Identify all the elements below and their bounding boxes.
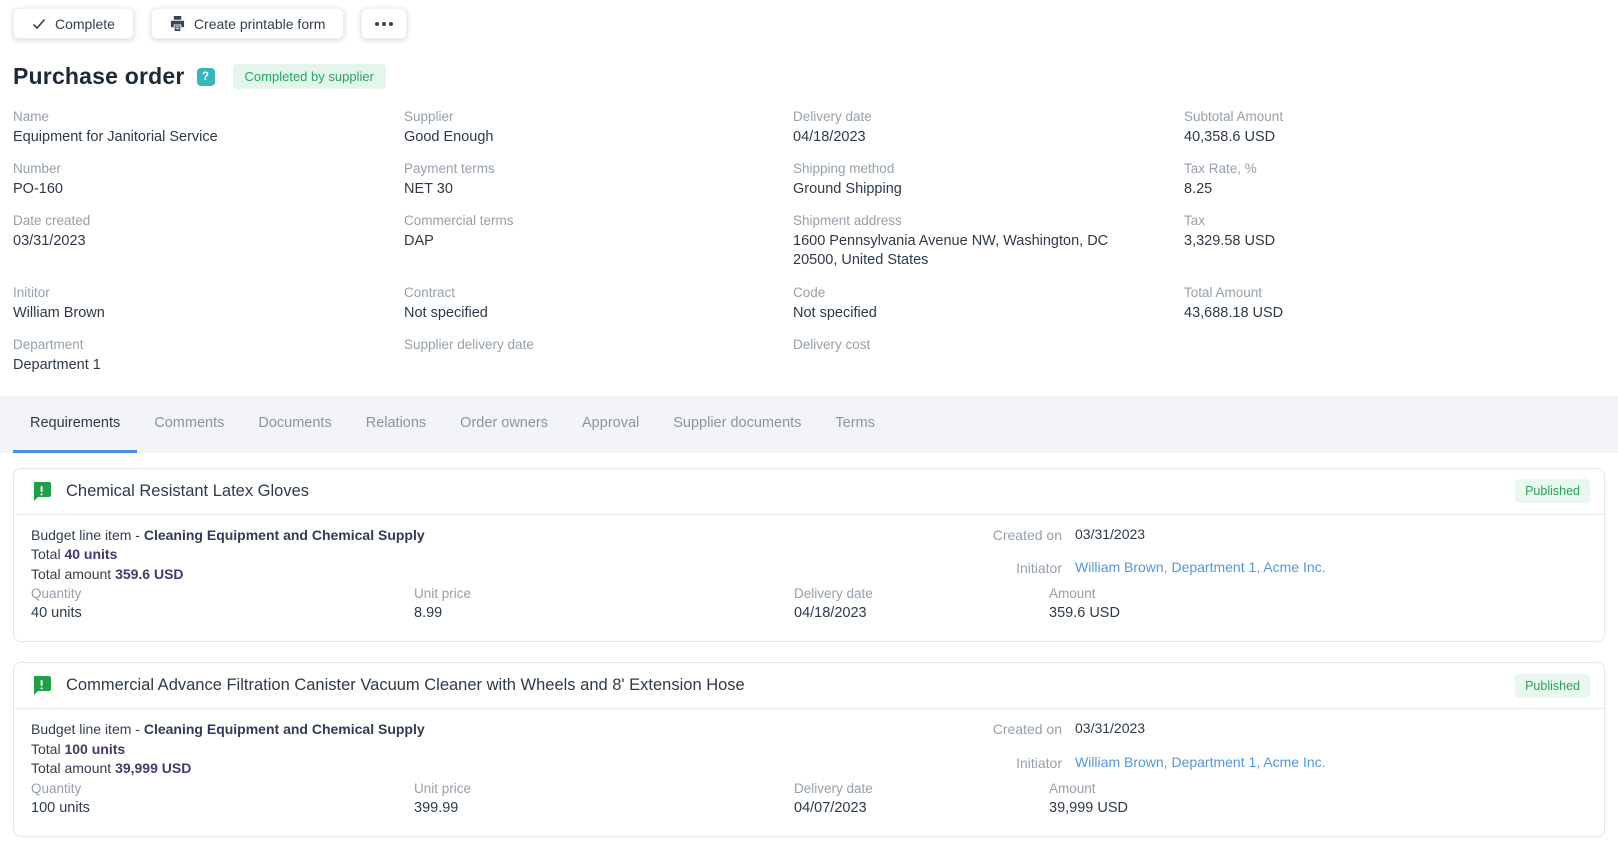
total-units-value: 100 units	[64, 740, 126, 757]
created-on-value: 03/31/2023	[1075, 720, 1146, 737]
budget-line-item-value: Cleaning Equipment and Chemical Supply	[143, 721, 425, 738]
field-supplier-delivery-date: Supplier delivery date	[404, 336, 534, 352]
total-units-label: Total	[31, 546, 65, 563]
budget-info: Budget line item - Cleaning Equipment an…	[31, 720, 794, 779]
field-department: Department Department 1	[13, 336, 101, 373]
complete-button[interactable]: Complete	[13, 8, 134, 39]
requirement-chat-icon	[31, 481, 52, 502]
printer-icon	[170, 16, 185, 31]
summary-fields: Name Equipment for Janitorial Service Sup…	[0, 90, 1618, 375]
budget-line-item-value: Cleaning Equipment and Chemical Supply	[143, 526, 425, 543]
complete-button-label: Complete	[55, 15, 115, 32]
create-printable-form-button[interactable]: Create printable form	[150, 8, 345, 39]
field-empty	[1184, 337, 1605, 375]
total-units-value: 40 units	[64, 546, 118, 563]
help-icon[interactable]: ?	[196, 67, 215, 86]
budget-line-item-label: Budget line item -	[31, 721, 144, 738]
field-payment-terms: Payment terms NET 30	[404, 161, 495, 198]
tab-relations[interactable]: Relations	[349, 396, 443, 453]
budget-info: Budget line item - Cleaning Equipment an…	[31, 526, 794, 585]
field-code: Code Not specified	[793, 284, 877, 321]
total-amount-value: 39,999 USD	[115, 760, 192, 777]
initiator-label: Initiator	[1016, 754, 1062, 771]
requirement-card-vacuum: Commercial Advance Filtration Canister V…	[13, 662, 1605, 837]
field-name: Name Equipment for Janitorial Service	[13, 109, 218, 145]
field-tax: Tax 3,329.58 USD	[1184, 213, 1276, 250]
tab-requirements[interactable]: Requirements	[13, 396, 138, 453]
published-badge: Published	[1515, 479, 1590, 504]
field-date-created: Date created 03/31/2023	[13, 213, 91, 250]
total-amount-value: 359.6 USD	[115, 565, 184, 582]
total-amount-label: Total amount	[31, 565, 116, 582]
more-actions-button[interactable]	[361, 8, 408, 39]
tab-comments[interactable]: Comments	[137, 396, 241, 453]
quantity-field: Quantity 100 units	[31, 780, 90, 816]
tab-documents[interactable]: Documents	[241, 396, 348, 453]
field-subtotal-amount: Subtotal Amount 40,358.6 USD	[1184, 109, 1284, 145]
created-on-value: 03/31/2023	[1075, 525, 1146, 542]
field-contract: Contract Not specified	[404, 284, 488, 321]
toolbar: Complete Create printable form	[0, 0, 1618, 39]
requirement-title[interactable]: Commercial Advance Filtration Canister V…	[66, 676, 1501, 695]
initiator-label: Initiator	[1016, 560, 1062, 576]
amount-field: Amount 39,999 USD	[1049, 780, 1128, 816]
created-on-label: Created on	[992, 526, 1062, 543]
create-printable-form-label: Create printable form	[193, 15, 326, 32]
amount-field: Amount 359.6 USD	[1049, 586, 1120, 622]
page-title: Purchase order	[13, 63, 185, 89]
ellipsis-icon	[374, 21, 394, 27]
tab-bar: Requirements Comments Documents Relation…	[0, 395, 1618, 453]
requirement-title[interactable]: Chemical Resistant Latex Gloves	[66, 482, 1501, 501]
total-units-label: Total	[31, 740, 65, 757]
total-amount-label: Total amount	[31, 760, 116, 777]
tab-approval[interactable]: Approval	[565, 396, 656, 453]
field-shipment-address: Shipment address 1600 Pennsylvania Avenue…	[793, 213, 1109, 269]
published-badge: Published	[1515, 673, 1590, 698]
field-supplier: Supplier Good Enough	[404, 109, 494, 145]
requirement-card-gloves: Chemical Resistant Latex Gloves Publishe…	[13, 467, 1605, 643]
tab-supplier-documents[interactable]: Supplier documents	[656, 396, 818, 453]
requirement-chat-icon	[31, 675, 52, 696]
tab-order-owners[interactable]: Order owners	[443, 396, 565, 453]
unit-price-field: Unit price 8.99	[414, 586, 472, 622]
field-number: Number PO-160	[13, 161, 63, 198]
field-commercial-terms: Commercial terms DAP	[404, 213, 514, 250]
status-badge: Completed by supplier	[232, 64, 386, 89]
field-tax-rate: Tax Rate, % 8.25	[1184, 161, 1257, 198]
field-initiator: Inititor William Brown	[13, 284, 105, 321]
unit-price-field: Unit price 399.99	[414, 780, 472, 816]
delivery-date-field: Delivery date 04/18/2023	[794, 586, 873, 622]
created-on-label: Created on	[992, 721, 1062, 738]
initiator-link[interactable]: William Brown, Department 1, Acme Inc.	[1075, 754, 1326, 770]
quantity-field: Quantity 40 units	[31, 586, 82, 622]
purchase-order-page: Complete Create printable form Purchase …	[0, 0, 1618, 858]
field-total-amount: Total Amount 43,688.18 USD	[1184, 284, 1284, 321]
field-shipping-method: Shipping method Ground Shipping	[793, 161, 902, 198]
header: Purchase order ? Completed by supplier	[0, 39, 1618, 90]
delivery-date-field: Delivery date 04/07/2023	[794, 780, 873, 816]
check-icon	[32, 18, 46, 30]
budget-line-item-label: Budget line item -	[31, 526, 144, 543]
field-delivery-cost: Delivery cost	[793, 336, 871, 352]
field-delivery-date: Delivery date 04/18/2023	[793, 109, 872, 145]
requirements-list: Chemical Resistant Latex Gloves Publishe…	[0, 453, 1618, 837]
initiator-link[interactable]: William Brown, Department 1, Acme Inc.	[1075, 559, 1326, 575]
tab-terms[interactable]: Terms	[818, 396, 891, 453]
